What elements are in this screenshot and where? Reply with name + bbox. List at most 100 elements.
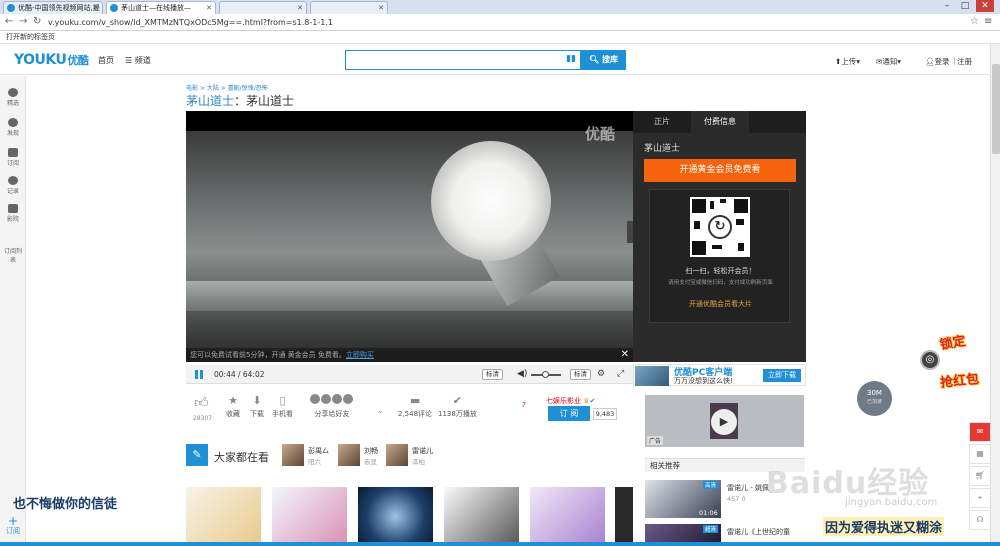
video-thumbnail[interactable] — [444, 487, 519, 546]
register-link[interactable]: 注册 — [957, 56, 972, 67]
back-icon[interactable]: ← — [5, 16, 13, 27]
speed-boost-ball[interactable]: 30M 已加速 — [857, 381, 892, 416]
scroll-thumb[interactable] — [992, 64, 1000, 154]
notify-link[interactable]: ✉通知▾ — [876, 56, 901, 67]
close-icon[interactable]: ✕ — [378, 2, 384, 14]
close-icon[interactable]: ✕ — [93, 2, 99, 14]
sidebar-item-history[interactable]: 记录 — [0, 176, 26, 195]
close-icon[interactable]: ✕ — [206, 2, 212, 14]
comments-button[interactable]: ▬ 2,548评论 — [398, 394, 432, 419]
browser-tab[interactable]: ✕ — [219, 1, 307, 14]
sidebar-item-discover[interactable]: 发现 — [0, 118, 26, 137]
minimize-icon[interactable]: – — [938, 0, 956, 12]
tab-feature[interactable]: 正片 — [633, 111, 691, 133]
share-button[interactable]: 分享给好友 — [310, 394, 354, 419]
qzone-icon — [321, 394, 331, 404]
youku-favicon-icon — [7, 4, 15, 12]
site-header: YOUKU优酷 首页 ☰ 频道 ▮▮ 🔍︎ 搜库 ⬆上传▾ ✉通知▾ 👤︎登录 … — [0, 45, 1000, 75]
nav-channel[interactable]: ☰ 频道 — [125, 55, 151, 66]
login-link[interactable]: 👤︎登录 — [925, 56, 950, 67]
download-client-button[interactable]: 立即下载 — [763, 369, 801, 382]
tab-pay-info[interactable]: 付费信息 — [691, 111, 749, 133]
browser-tab-active[interactable]: 茅山道士—在线播放— ✕ — [106, 1, 216, 14]
qr-tool-icon[interactable]: ▦ — [969, 444, 991, 464]
nav-home[interactable]: 首页 — [98, 55, 114, 66]
sidebar-ad[interactable]: ▶ 广告 — [645, 395, 804, 447]
red-packet-tool-icon[interactable]: ✉ — [969, 422, 991, 442]
window-close-icon[interactable]: ✕ — [976, 0, 994, 12]
section-title: 大家都在看 — [214, 451, 269, 464]
pc-client-ad[interactable]: 优酷PC客户端 万万没想到这么快! 立即下载 — [633, 364, 806, 386]
mobile-watch-button[interactable]: ▯ 手机看 — [272, 394, 293, 419]
quality-select[interactable]: 标清 — [570, 369, 591, 380]
reload-icon[interactable]: ↻ — [33, 16, 41, 27]
upload-link[interactable]: ⬆上传▾ — [835, 56, 860, 67]
settings-icon[interactable]: ⚙ — [597, 369, 605, 379]
volume-icon[interactable]: ◀) — [517, 369, 527, 379]
close-icon[interactable]: ✕ — [621, 348, 629, 361]
video-thumbnail[interactable] — [272, 487, 347, 546]
everybody-watching: ✎ 大家都在看 彭禺厶 阳六 刘畅 赤显 雷诺儿 泽柏 — [186, 444, 633, 470]
play-icon[interactable]: ▶ — [711, 409, 737, 435]
like-button[interactable]: 👍︎ — [194, 394, 209, 413]
bookmark-star-icon[interactable]: ☆ — [970, 16, 979, 27]
lyric-caption-right: 因为爱得执迷又糊涂 — [823, 517, 945, 536]
voice-search-icon[interactable]: ▮▮ — [566, 54, 576, 64]
url-input[interactable]: v.youku.com/v_show/id_XMTMzNTQxODc5Mg==.… — [48, 16, 968, 29]
sidebar-item-subscribe[interactable]: 订阅 — [0, 148, 26, 167]
red-packet-icon: ◎ — [920, 350, 940, 370]
pay-panel: 正片 付费信息 茅山道士 开通黄金会员免费看 ↻ 扫一扫，轻松开会员！ 请用支付… — [627, 111, 806, 362]
cart-icon[interactable]: 🛒︎ — [969, 466, 991, 486]
sidebar-item-cinema[interactable]: 影院 — [0, 204, 26, 223]
forward-icon[interactable]: → — [19, 16, 27, 27]
menu-icon[interactable]: ≡ — [984, 16, 992, 27]
bookmark-item[interactable]: 打开新的标签页 — [6, 33, 55, 41]
download-button[interactable]: ⬇ 下载 — [250, 394, 264, 419]
browser-tab[interactable]: ✕ — [310, 1, 388, 14]
user-icon: 👤︎ — [925, 57, 935, 66]
video-player[interactable]: 优酷 您可以免费试看前5分钟，开通 黄金会员 免费看。立即购买 ✕ — [186, 111, 633, 362]
youku-favicon-icon — [110, 4, 118, 12]
right-toolbar: ✉ ▦ 🛒︎ ⌖ ☊ — [969, 422, 991, 546]
refresh-icon[interactable]: ↻ — [708, 215, 732, 239]
clock-icon — [8, 176, 18, 185]
favorite-button[interactable]: ★ 收藏 — [226, 394, 240, 419]
open-vip-link[interactable]: 开通优酷会员看大片 — [650, 299, 791, 309]
browser-tab[interactable]: 优酷-中国领先视频网站,提 ✕ — [3, 1, 103, 14]
qr-box: ↻ 扫一扫，轻松开会员！ 请用支付宝或微信扫码，支付成功刷新页面 开通优酷会员看… — [649, 189, 790, 323]
left-sidebar: 精选 发现 订阅 记录 影院 订阅列表 — [0, 76, 26, 546]
video-thumbnail[interactable] — [530, 487, 605, 546]
location-icon[interactable]: ⌖ — [969, 488, 991, 508]
search-button[interactable]: 🔍︎ 搜库 — [581, 50, 626, 70]
video-thumbnail[interactable] — [186, 487, 261, 546]
subscribe-button[interactable]: 订 阅 — [548, 406, 590, 421]
panel-toggle-handle[interactable] — [627, 221, 633, 243]
uploader-name[interactable]: 七娱乐影业 ♛✔ — [546, 396, 595, 406]
close-icon[interactable]: ✕ — [297, 2, 303, 14]
red-packet-promo[interactable]: ◎ 锁定 抢红包 — [918, 330, 993, 400]
video-frame[interactable] — [186, 131, 633, 351]
maximize-icon[interactable]: □ — [956, 0, 974, 12]
avatar — [282, 444, 304, 466]
more-share-icon[interactable]: ⌄ — [377, 406, 384, 415]
page-scrollbar[interactable] — [990, 44, 1000, 546]
verified-icon: ✔ — [589, 397, 596, 405]
video-thumbnail[interactable] — [358, 487, 433, 546]
fullscreen-icon[interactable]: ⤢ — [617, 369, 624, 379]
youku-logo[interactable]: YOUKU优酷 — [14, 52, 89, 68]
baidu-watermark-url: jingyan.baidu.com — [845, 497, 938, 508]
plus-icon: + — [7, 514, 19, 528]
search-input[interactable]: ▮▮ — [345, 50, 581, 70]
add-subscription-button[interactable]: + 订阅 — [6, 514, 20, 536]
danmaku-toggle[interactable]: 标清 — [482, 369, 503, 380]
uploader-logo[interactable]: 7 — [522, 402, 540, 416]
buy-now-link[interactable]: 立即购买 — [346, 351, 374, 359]
vip-free-watch-button[interactable]: 开通黄金会员免费看 — [644, 159, 796, 182]
volume-knob[interactable] — [542, 371, 549, 378]
breadcrumb[interactable]: 电影 > 大陆 > 喜剧/惊悚/恐怖 — [186, 83, 268, 92]
sidebar-item-sub-list[interactable]: 订阅列表 — [3, 246, 23, 264]
headset-icon[interactable]: ☊ — [969, 510, 991, 530]
video-thumbnail[interactable] — [615, 487, 633, 546]
sidebar-item-featured[interactable]: 精选 — [0, 88, 26, 107]
pause-icon[interactable] — [195, 370, 203, 379]
